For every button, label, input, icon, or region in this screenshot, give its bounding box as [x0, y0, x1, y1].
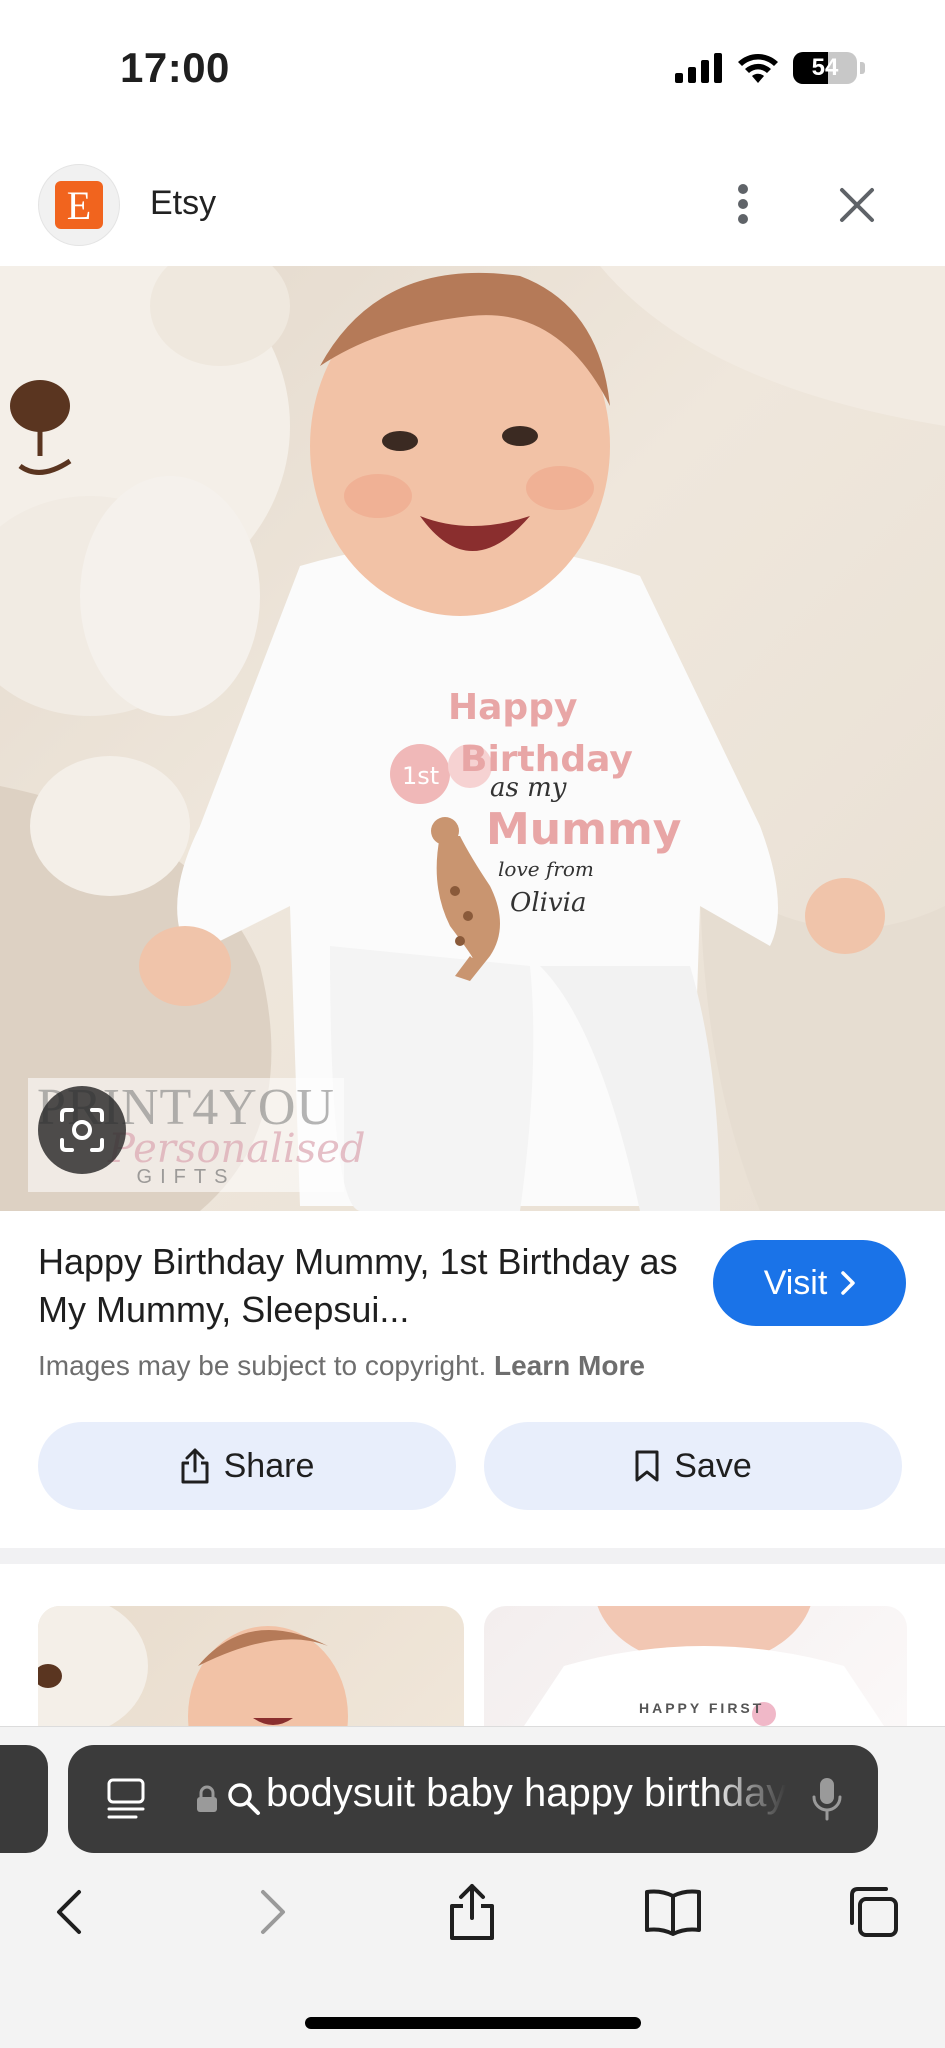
book-icon: [645, 1889, 701, 1936]
previous-tab-preview[interactable]: [0, 1745, 48, 1853]
forward-button[interactable]: [238, 1877, 308, 1947]
page-menu-icon[interactable]: [106, 1777, 146, 1821]
svg-text:Olivia: Olivia: [510, 888, 586, 918]
status-icons: 54: [675, 52, 865, 84]
cellular-signal-icon: [675, 53, 722, 83]
share-icon: [181, 1448, 209, 1484]
search-icon: [228, 1783, 260, 1815]
close-icon: [840, 188, 874, 222]
tabs-button[interactable]: [838, 1877, 908, 1947]
share-page-button[interactable]: [437, 1877, 507, 1947]
copyright-notice: Images may be subject to copyright. Lear…: [38, 1350, 645, 1382]
close-button[interactable]: [832, 180, 882, 230]
more-vertical-icon: [738, 184, 748, 224]
site-favicon[interactable]: E: [38, 164, 120, 246]
thumbnail-caption: HAPPY FIRST: [639, 1700, 765, 1716]
address-bar[interactable]: bodysuit baby happy birthday: [68, 1745, 878, 1853]
visit-button[interactable]: Visit: [713, 1240, 906, 1326]
copyright-text: Images may be subject to copyright.: [38, 1350, 487, 1381]
save-label: Save: [674, 1446, 752, 1485]
section-divider: [0, 1548, 945, 1564]
battery-level: 54: [811, 54, 839, 81]
chevron-right-icon: [261, 1890, 285, 1934]
browser-toolbar: bodysuit baby happy birthday: [0, 1726, 945, 2048]
share-button[interactable]: Share: [38, 1422, 456, 1510]
tabs-icon: [850, 1887, 898, 1937]
google-lens-button[interactable]: [38, 1086, 126, 1174]
source-header: E Etsy: [0, 160, 945, 266]
svg-text:as my: as my: [490, 773, 567, 803]
related-image-thumbnail[interactable]: HAPPY FIRST: [484, 1606, 907, 1726]
share-icon: [450, 1884, 494, 1940]
lock-icon: [197, 1785, 217, 1812]
chevron-left-icon: [57, 1890, 81, 1934]
learn-more-link[interactable]: Learn More: [494, 1350, 645, 1381]
home-indicator: [305, 2017, 641, 2029]
chevron-right-icon: [841, 1271, 856, 1295]
product-image[interactable]: Happy 1st Birthday as my Mummy love from…: [0, 266, 945, 1211]
result-title[interactable]: Happy Birthday Mummy, 1st Birthday as My…: [38, 1238, 678, 1334]
related-image-thumbnail[interactable]: [38, 1606, 464, 1726]
visit-label: Visit: [763, 1263, 828, 1302]
site-name[interactable]: Etsy: [150, 184, 216, 223]
microphone-icon[interactable]: [810, 1775, 844, 1823]
svg-text:1st: 1st: [402, 762, 439, 790]
product-photo-illustration: Happy 1st Birthday as my Mummy love from…: [0, 266, 945, 1211]
search-query-text[interactable]: bodysuit baby happy birthday: [266, 1771, 786, 1816]
bookmark-icon: [635, 1450, 659, 1482]
status-bar: 17:00 54: [0, 0, 945, 140]
wifi-icon: [738, 54, 778, 83]
bookmarks-button[interactable]: [638, 1877, 708, 1947]
save-button[interactable]: Save: [484, 1422, 902, 1510]
share-label: Share: [223, 1446, 315, 1485]
svg-text:love from: love from: [498, 857, 594, 881]
svg-text:Mummy: Mummy: [486, 804, 682, 855]
status-time: 17:00: [120, 44, 230, 91]
etsy-logo-icon: E: [55, 181, 103, 229]
svg-text:Happy: Happy: [448, 687, 577, 728]
lens-icon: [60, 1108, 104, 1152]
more-options-button[interactable]: [722, 180, 764, 228]
battery-icon: 54: [793, 52, 857, 84]
back-button[interactable]: [34, 1877, 104, 1947]
